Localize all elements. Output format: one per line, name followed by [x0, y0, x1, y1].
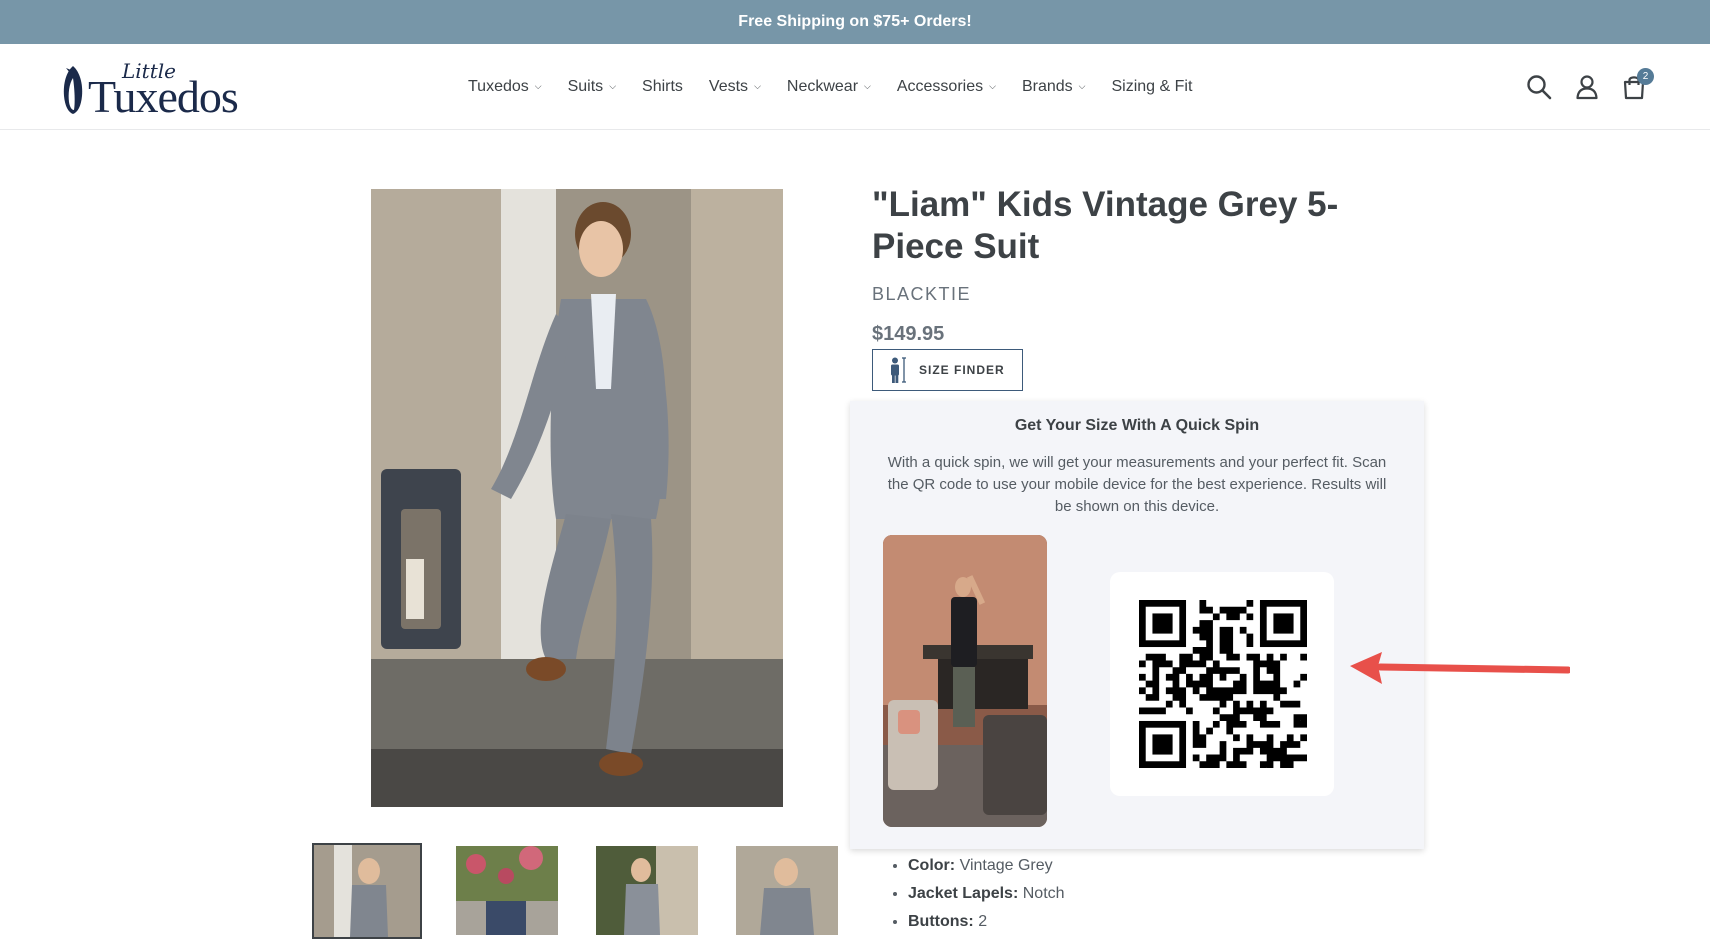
nav-item-accessories[interactable]: Accessories ⌵: [897, 78, 996, 96]
chevron-down-icon: ⌵: [864, 81, 871, 91]
nav-item-suits[interactable]: Suits ⌵: [568, 78, 616, 96]
product-price: $149.95: [872, 323, 945, 345]
nav-label: Vests: [708, 77, 749, 95]
product-thumbnail[interactable]: [736, 846, 838, 935]
qr-code-icon[interactable]: [1139, 600, 1307, 768]
site-logo[interactable]: Little Tuxedos: [60, 56, 260, 122]
qr-code-card: [1110, 572, 1334, 796]
product-specs-list: Color: Vintage Grey Jacket Lapels: Notch…: [892, 852, 1065, 936]
body-measure-icon: [891, 357, 906, 383]
spec-value: 2: [978, 913, 988, 930]
cart-icon[interactable]: 2: [1620, 68, 1654, 101]
penguin-logo-icon: [63, 66, 83, 114]
chevron-down-icon: ⌵: [609, 81, 617, 91]
product-main-image[interactable]: [371, 189, 783, 807]
nav-label: Suits: [567, 77, 604, 95]
main-nav: Tuxedos ⌵ Suits ⌵ Shirts Vests ⌵ Neckwea…: [468, 44, 1192, 129]
chevron-down-icon: ⌵: [754, 81, 761, 91]
spec-item: Buttons: 2: [908, 908, 1065, 936]
cart-count-badge: 2: [1637, 68, 1654, 85]
spec-label: Jacket Lapels:: [908, 885, 1019, 902]
product-thumbnail[interactable]: [312, 843, 422, 939]
spec-value: Notch: [1022, 885, 1065, 902]
spec-value: Vintage Grey: [959, 857, 1053, 874]
nav-label: Sizing & Fit: [1111, 77, 1193, 95]
red-arrow-icon: [1350, 652, 1570, 684]
account-icon[interactable]: [1573, 73, 1601, 101]
logo-large-text: Tuxedos: [88, 71, 239, 122]
nav-item-tuxedos[interactable]: Tuxedos ⌵: [468, 78, 542, 96]
spec-item: Color: Vintage Grey: [908, 852, 1065, 880]
product-thumbnail[interactable]: [456, 846, 558, 935]
spec-label: Buttons:: [908, 913, 974, 930]
size-finder-button[interactable]: SIZE FINDER: [872, 349, 1023, 391]
nav-item-shirts[interactable]: Shirts: [642, 78, 683, 96]
product-thumbnail[interactable]: [596, 846, 698, 935]
spec-item: Jacket Lapels: Notch: [908, 880, 1065, 908]
nav-item-neckwear[interactable]: Neckwear ⌵: [787, 78, 871, 96]
announcement-bar: Free Shipping on $75+ Orders!: [0, 0, 1710, 44]
size-finder-label: SIZE FINDER: [919, 363, 1005, 377]
nav-label: Shirts: [642, 77, 683, 95]
nav-item-vests[interactable]: Vests ⌵: [709, 78, 761, 96]
popup-description: With a quick spin, we will get your meas…: [887, 454, 1387, 515]
announcement-text: Free Shipping on $75+ Orders!: [738, 13, 972, 30]
spin-demo-image: [883, 535, 1047, 827]
site-header: Little Tuxedos Tuxedos ⌵ Suits ⌵ Shirts …: [0, 44, 1710, 130]
nav-label: Neckwear: [786, 77, 859, 95]
size-finder-popup: Get Your Size With A Quick Spin With a q…: [850, 401, 1424, 849]
popup-title: Get Your Size With A Quick Spin: [1014, 417, 1260, 434]
nav-item-brands[interactable]: Brands ⌵: [1022, 78, 1086, 96]
spec-label: Color:: [908, 857, 956, 874]
nav-label: Accessories: [896, 77, 984, 95]
chevron-down-icon: ⌵: [534, 81, 542, 91]
nav-item-sizing-fit[interactable]: Sizing & Fit: [1111, 78, 1192, 96]
nav-label: Tuxedos: [468, 77, 529, 95]
chevron-down-icon: ⌵: [989, 81, 996, 91]
chevron-down-icon: ⌵: [1078, 81, 1086, 91]
nav-label: Brands: [1021, 77, 1073, 95]
product-vendor: BLACKTIE: [872, 284, 972, 304]
search-icon[interactable]: [1525, 73, 1553, 101]
product-title: "Liam" Kids Vintage Grey 5-Piece Suit: [872, 185, 1339, 266]
